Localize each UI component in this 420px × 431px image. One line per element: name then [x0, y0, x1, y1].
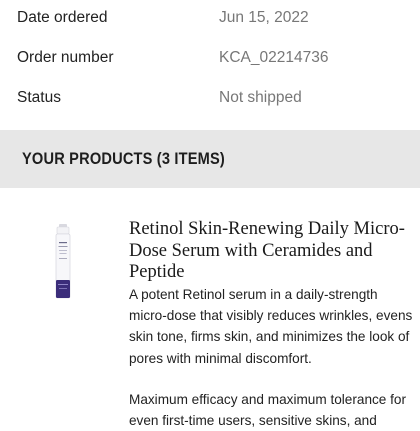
products-section-header: YOUR PRODUCTS (3 ITEMS): [0, 130, 420, 188]
product-image[interactable]: [53, 224, 73, 302]
date-ordered-value: Jun 15, 2022: [219, 9, 309, 26]
product-name[interactable]: Retinol Skin-Renewing Daily Micro-Dose S…: [129, 219, 414, 284]
product-description-continued: Maximum efficacy and maximum tolerance f…: [129, 392, 407, 429]
order-number-label: Order number: [17, 49, 114, 66]
product-description: A potent Retinol serum in a daily-streng…: [129, 287, 413, 366]
status-value: Not shipped: [219, 89, 302, 106]
status-row: Status Not shipped: [0, 78, 420, 118]
product-item: Retinol Skin-Renewing Daily Micro-Dose S…: [0, 188, 420, 428]
order-number-row: Order number KCA_02214736: [0, 38, 420, 78]
date-ordered-row: Date ordered Jun 15, 2022: [0, 0, 420, 38]
order-info: Date ordered Jun 15, 2022 Order number K…: [0, 0, 420, 130]
product-bottle-illustration: [55, 224, 71, 299]
status-label: Status: [17, 89, 61, 106]
products-section-title: YOUR PRODUCTS (3 ITEMS): [22, 149, 225, 168]
order-number-value: KCA_02214736: [219, 49, 329, 66]
date-ordered-label: Date ordered: [17, 9, 108, 26]
